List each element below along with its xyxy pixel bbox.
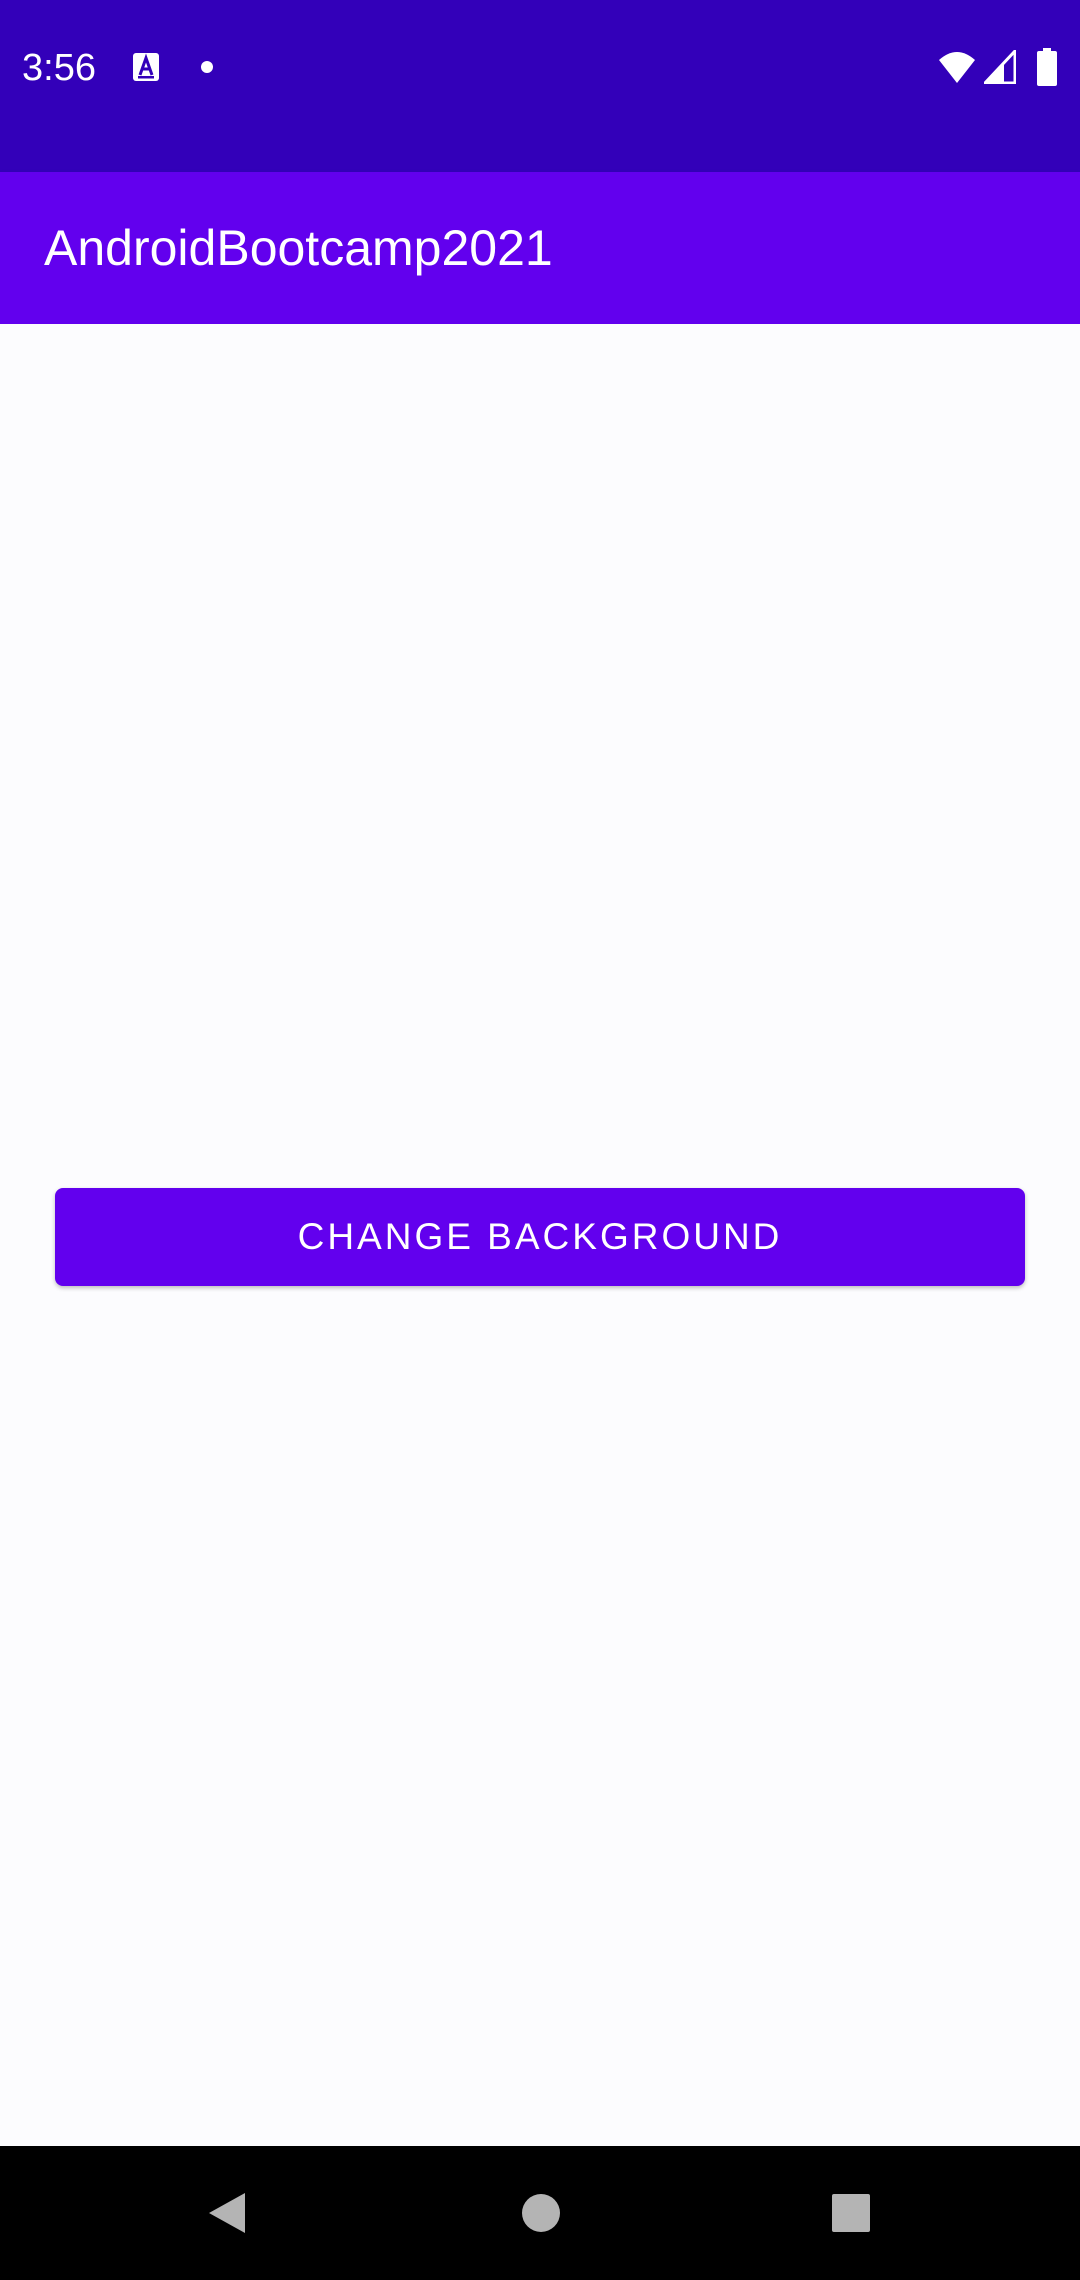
change-background-button[interactable]: CHANGE BACKGROUND: [55, 1188, 1025, 1286]
app-title: AndroidBootcamp2021: [44, 220, 553, 276]
home-icon: [522, 2194, 560, 2232]
notification-dot-icon: [201, 61, 213, 73]
cellular-signal-icon: [984, 50, 1016, 84]
status-bar: 3:56: [0, 0, 1080, 172]
battery-icon: [1037, 48, 1057, 86]
recents-icon: [832, 2194, 870, 2232]
app-screen: 3:56 AndroidBootcamp2021 CHANGE BACKGROU…: [0, 0, 1080, 2280]
recents-button[interactable]: [814, 2176, 888, 2250]
home-button[interactable]: [504, 2176, 578, 2250]
wifi-icon: [939, 52, 975, 83]
status-time: 3:56: [22, 47, 96, 89]
app-toolbar: AndroidBootcamp2021: [0, 172, 1080, 324]
main-content: CHANGE BACKGROUND: [0, 324, 1080, 2146]
back-icon: [209, 2193, 245, 2233]
navigation-bar: [0, 2146, 1080, 2280]
notification-a-icon: [133, 53, 159, 81]
back-button[interactable]: [190, 2176, 264, 2250]
